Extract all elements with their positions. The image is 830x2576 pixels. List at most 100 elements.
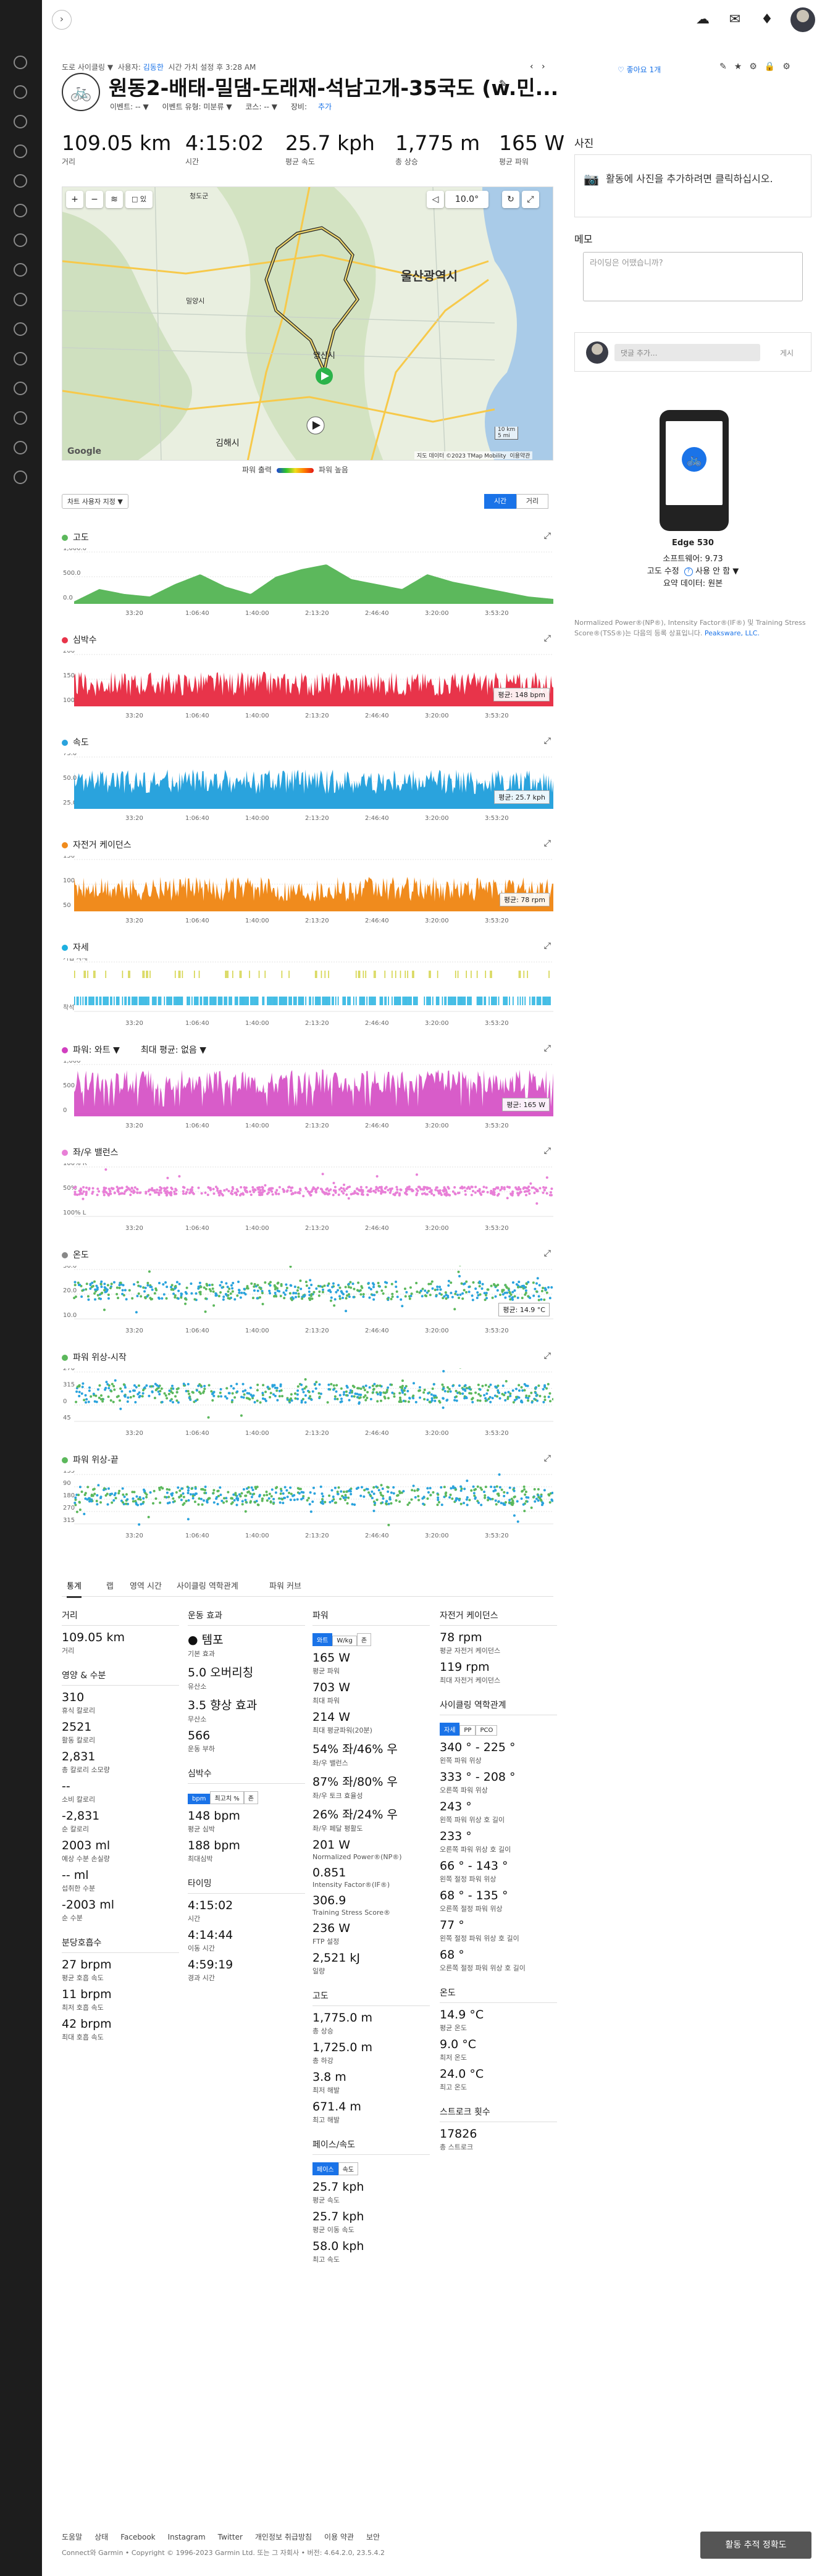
sidebar-arrow-icon[interactable] [14, 85, 27, 99]
edit-title-icon[interactable]: ✎ [499, 78, 507, 90]
sidebar-stats-icon[interactable] [14, 263, 27, 277]
gear-add-link[interactable]: 추가 [318, 102, 332, 111]
chart-plot[interactable]: 100% R50%100% L33:20 1:06:40 1:40:00 2:13:2… [62, 1163, 553, 1231]
like-button[interactable]: ♡ 좋아요 1개 [618, 64, 661, 75]
footer-link[interactable]: 도움말 [62, 2533, 82, 2541]
user-avatar[interactable] [790, 7, 815, 32]
sidebar-reports-icon[interactable] [14, 293, 27, 306]
device-name[interactable]: Edge 530 [574, 538, 811, 548]
event-select[interactable]: 이벤트: -- ▼ [110, 102, 149, 111]
chart-plot[interactable]: 기립 자세착석33:20 1:06:40 1:40:00 2:13:20 2:46:40… [62, 958, 553, 1026]
chart-plot[interactable]: 1,000.0500.00.033:20 1:06:40 1:40:00 2:13:2… [62, 548, 553, 616]
unit-toggle-option[interactable]: 존 [356, 1633, 372, 1646]
comment-input[interactable]: 댓글 추가... [614, 344, 760, 361]
zoom-in-button[interactable]: + [66, 191, 83, 208]
unit-toggle-option[interactable]: 존 [243, 1791, 258, 1804]
footer-link[interactable]: 보안 [366, 2533, 380, 2541]
chart-plot[interactable]: 1,000500033:20 1:06:40 1:40:00 2:13:20 2:46:… [62, 1061, 553, 1129]
sidebar-activities-icon[interactable] [14, 115, 27, 128]
tab-4[interactable]: 파워 커브 [269, 1579, 301, 1591]
memo-textarea[interactable]: 라이딩은 어땠습니까? [583, 252, 803, 301]
chart-title[interactable]: 자전거 케이던스 [62, 838, 132, 851]
sidebar-heart-icon[interactable] [14, 204, 27, 217]
activity-actions-icons[interactable]: ✎★⚙🔒⚙ [719, 62, 798, 72]
unit-toggle-option[interactable]: W/kg [332, 1636, 357, 1646]
x-axis-distance-toggle[interactable]: 거리 [516, 494, 548, 509]
activity-accuracy-button[interactable]: 활동 추적 정확도 [700, 2532, 811, 2559]
sidebar-calendar-icon[interactable] [14, 144, 27, 158]
compass-icon[interactable]: ◁ [427, 191, 444, 208]
expand-chart-icon[interactable]: ⤢ [544, 1351, 551, 1361]
unit-toggle-option[interactable]: PP [459, 1725, 476, 1736]
fullscreen-icon[interactable]: ⤢ [522, 191, 539, 208]
chart-title[interactable]: 좌/우 밸런스 [62, 1146, 119, 1158]
expand-chart-icon[interactable]: ⤢ [544, 1146, 551, 1156]
unit-toggle-option[interactable]: bpm [188, 1794, 211, 1804]
expand-chart-icon[interactable]: ⤢ [544, 1248, 551, 1258]
unit-toggle-option[interactable]: 페이스 [312, 2162, 338, 2175]
footer-link[interactable]: Twitter [218, 2533, 243, 2541]
footer-link[interactable]: Facebook [120, 2533, 155, 2541]
map-terms-link[interactable]: 이용약관 [509, 453, 530, 459]
prev-next-arrows[interactable]: ‹ › [530, 62, 545, 72]
activity-title[interactable]: 원동2-배태-밀댐-도래재-석남고개-35국도 (w.민... [109, 72, 558, 101]
chart-plot[interactable]: 30.020.010.033:20 1:06:40 1:40:00 2:13:20 2:… [62, 1266, 553, 1334]
expand-chart-icon[interactable]: ⤢ [544, 941, 551, 951]
tab-3[interactable]: 사이클링 역학관계 [177, 1579, 238, 1591]
route-map[interactable]: 울산광역시 양산시 김해시 밀양시 청도군 + − ≋ □ 있 ◁ 10.0° … [62, 186, 553, 461]
elevation-correction-select[interactable]: 사용 안 함 ▼ [695, 567, 739, 576]
sidebar-sync-icon[interactable] [14, 470, 27, 484]
course-select[interactable]: 코스: -- ▼ [245, 102, 277, 111]
footer-link[interactable]: 개인정보 취급방침 [255, 2533, 312, 2541]
footer-link[interactable]: 이용 약관 [324, 2533, 354, 2541]
chart-subtitle[interactable]: 최대 평균: 없음 ▼ [141, 1045, 206, 1055]
layers-icon[interactable]: ≋ [106, 191, 123, 208]
sidebar-group-icon[interactable] [14, 322, 27, 336]
expand-sidebar-button[interactable]: › [52, 10, 72, 30]
chart-title[interactable]: 파워 위상-시작 [62, 1351, 127, 1363]
chart-title[interactable]: 속도 [62, 736, 89, 748]
chart-plot[interactable]: 1359018027031533:20 1:06:40 1:40:00 2:13:20… [62, 1471, 553, 1539]
event-type-select[interactable]: 이벤트 유형: 미분류 ▼ [162, 102, 232, 111]
peaksware-link[interactable]: Peaksware, LLC. [705, 629, 760, 637]
chart-title[interactable]: 고도 [62, 531, 89, 543]
chart-title[interactable]: 심박수 [62, 634, 97, 646]
expand-chart-icon[interactable]: ⤢ [544, 634, 551, 643]
expand-chart-icon[interactable]: ⤢ [544, 1043, 551, 1053]
tab-0[interactable]: 통계 [67, 1579, 82, 1598]
comment-post-button[interactable]: 게시 [780, 348, 794, 358]
chart-plot[interactable]: 27031504533:20 1:06:40 1:40:00 2:13:20 2:46:… [62, 1368, 553, 1436]
unit-toggle-option[interactable]: 자세 [440, 1723, 460, 1736]
unit-toggle-option[interactable]: 최고치 % [210, 1791, 244, 1804]
sidebar-trophy-icon[interactable] [14, 382, 27, 395]
help-icon[interactable]: ? [684, 567, 693, 576]
chart-title[interactable]: 파워 위상-끝 [62, 1453, 119, 1466]
sidebar-dumbbell-icon[interactable] [14, 352, 27, 366]
sidebar-gear-icon[interactable] [14, 441, 27, 454]
activity-type-select[interactable]: 도로 사이클링 ▼ [62, 63, 113, 72]
add-photo-area[interactable]: 📷 활동에 사진을 추가하려면 클릭하십시오. [574, 154, 811, 217]
chart-title[interactable]: 파워: 와트 ▼ 최대 평균: 없음 ▼ [62, 1043, 206, 1056]
unit-toggle-option[interactable]: 속도 [338, 2162, 359, 2175]
expand-chart-icon[interactable]: ⤢ [544, 838, 551, 848]
unit-toggle-option[interactable]: PCO [476, 1725, 498, 1736]
user-link[interactable]: 김동한 [143, 63, 164, 72]
sidebar-compass-icon[interactable] [14, 411, 27, 425]
expand-chart-icon[interactable]: ⤢ [544, 531, 551, 541]
unit-toggle-option[interactable]: 와트 [312, 1633, 333, 1646]
cloud-upload-icon[interactable]: ☁ [694, 11, 711, 28]
x-axis-time-toggle[interactable]: 시간 [484, 494, 516, 509]
chart-plot[interactable]: 20015010033:20 1:06:40 1:40:00 2:13:20 2:46:… [62, 651, 553, 719]
chart-plot[interactable]: 75.050.025.033:20 1:06:40 1:40:00 2:13:20 2:… [62, 753, 553, 821]
layer-checkbox[interactable]: □ 있 [125, 191, 153, 208]
wind-icon[interactable]: ↻ [502, 191, 519, 208]
footer-link[interactable]: Instagram [168, 2533, 206, 2541]
expand-chart-icon[interactable]: ⤢ [544, 1453, 551, 1463]
sidebar-body-icon[interactable] [14, 233, 27, 247]
tab-1[interactable]: 랩 [106, 1579, 114, 1591]
expand-chart-icon[interactable]: ⤢ [544, 736, 551, 746]
footer-link[interactable]: 상태 [94, 2533, 108, 2541]
zoom-out-button[interactable]: − [86, 191, 103, 208]
chart-title[interactable]: 온도 [62, 1248, 89, 1261]
sidebar-person-icon[interactable] [14, 174, 27, 188]
